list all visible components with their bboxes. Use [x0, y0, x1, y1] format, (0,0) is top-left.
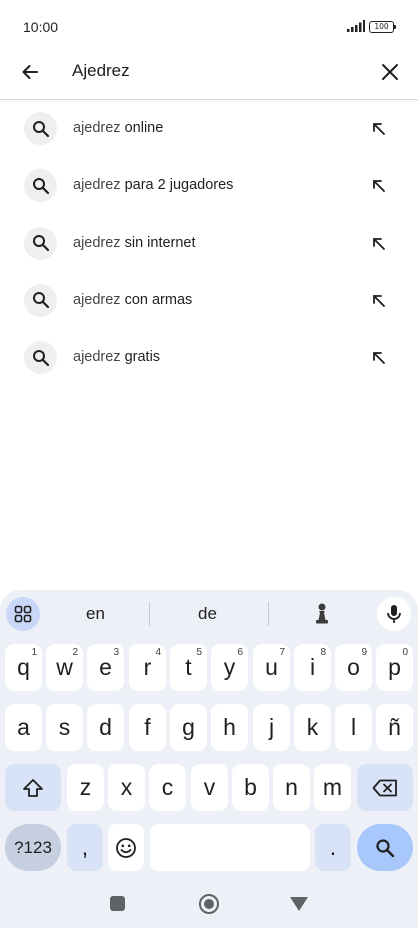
suggestion-text: ajedrez con armas [73, 291, 193, 308]
shift-icon [23, 778, 43, 797]
key-q[interactable]: q1 [5, 644, 42, 691]
key-v[interactable]: v [191, 764, 228, 811]
key-e[interactable]: e3 [87, 644, 124, 691]
microphone-icon [387, 605, 401, 623]
divider [268, 602, 269, 626]
key-n[interactable]: n [273, 764, 310, 811]
key-f[interactable]: f [129, 704, 166, 751]
status-bar: 10:00 100 [0, 0, 418, 44]
key-c[interactable]: c [149, 764, 186, 811]
backspace-icon [372, 779, 397, 796]
key-h[interactable]: h [211, 704, 248, 751]
search-bar [0, 44, 418, 100]
signal-icon [347, 20, 365, 32]
suggestion-text: ajedrez para 2 jugadores [73, 177, 234, 194]
keyboard: en de q1 w2 e3 r4 t5 y6 u7 i8 o9 p0 a s … [0, 590, 418, 928]
key-d[interactable]: d [87, 704, 124, 751]
key-b[interactable]: b [232, 764, 269, 811]
suggestion-item[interactable]: ajedrez sin internet [0, 215, 418, 272]
key-s[interactable]: s [46, 704, 83, 751]
key-m[interactable]: m [314, 764, 351, 811]
suggestion-item[interactable]: ajedrez online [0, 100, 418, 157]
key-k[interactable]: k [294, 704, 331, 751]
search-icon [24, 341, 57, 375]
space-key[interactable] [150, 824, 310, 871]
key-g[interactable]: g [170, 704, 207, 751]
battery-icon: 100 [369, 21, 396, 33]
arrow-left-icon [22, 65, 38, 79]
shift-key[interactable] [5, 764, 61, 811]
grid-icon [14, 605, 32, 623]
key-u[interactable]: u7 [253, 644, 290, 691]
backspace-key[interactable] [357, 764, 413, 811]
fill-query-arrow-icon[interactable] [368, 347, 390, 369]
symbols-key[interactable]: ?123 [5, 824, 61, 871]
search-input[interactable] [72, 58, 362, 84]
fill-query-arrow-icon[interactable] [368, 290, 390, 312]
recents-button-icon[interactable] [110, 896, 125, 911]
fill-query-arrow-icon[interactable] [368, 118, 390, 140]
emoji-key[interactable] [108, 824, 144, 871]
key-a[interactable]: a [5, 704, 42, 751]
search-icon [24, 112, 57, 145]
key-p[interactable]: p0 [376, 644, 413, 691]
emoji-icon [116, 837, 136, 858]
suggestion-item[interactable]: ajedrez con armas [0, 272, 418, 329]
suggestion-text: ajedrez gratis [73, 349, 161, 366]
clear-button[interactable] [374, 56, 406, 88]
key-z[interactable]: z [67, 764, 104, 811]
suggestion-item[interactable]: ajedrez gratis [0, 329, 418, 386]
navigation-bar [0, 880, 418, 928]
key-r[interactable]: r4 [129, 644, 166, 691]
key-t[interactable]: t5 [170, 644, 207, 691]
fill-query-arrow-icon[interactable] [368, 233, 390, 255]
word-suggestion[interactable]: en [86, 604, 105, 624]
search-key[interactable] [357, 824, 413, 871]
back-button[interactable] [14, 56, 46, 88]
back-triangle-icon[interactable] [290, 897, 308, 911]
divider [149, 602, 150, 626]
key-n-tilde[interactable]: ñ [376, 704, 413, 751]
comma-key[interactable]: , [67, 824, 103, 871]
word-suggestion[interactable]: de [198, 604, 217, 624]
keyboard-apps-button[interactable] [6, 597, 40, 631]
suggestion-list: ajedrez online ajedrez para 2 jugadores … [0, 100, 418, 386]
key-j[interactable]: j [253, 704, 290, 751]
chess-pawn-emoji-icon[interactable] [312, 602, 332, 626]
key-y[interactable]: y6 [211, 644, 248, 691]
status-time: 10:00 [23, 19, 59, 35]
suggestion-text: ajedrez online [73, 120, 164, 136]
suggestion-text: ajedrez sin internet [73, 234, 196, 251]
key-l[interactable]: l [335, 704, 372, 751]
keyboard-toolbar: en de [0, 590, 418, 636]
search-icon [24, 169, 57, 203]
search-icon [24, 283, 57, 317]
key-i[interactable]: i8 [294, 644, 331, 691]
search-icon [24, 226, 57, 260]
key-x[interactable]: x [108, 764, 145, 811]
voice-input-button[interactable] [377, 597, 411, 631]
home-button-icon[interactable] [199, 894, 219, 914]
close-icon [382, 64, 398, 80]
key-w[interactable]: w2 [46, 644, 83, 691]
key-o[interactable]: o9 [335, 644, 372, 691]
fill-query-arrow-icon[interactable] [368, 175, 390, 197]
search-icon [376, 838, 395, 857]
period-key[interactable]: . [315, 824, 351, 871]
suggestion-item[interactable]: ajedrez para 2 jugadores [0, 157, 418, 214]
